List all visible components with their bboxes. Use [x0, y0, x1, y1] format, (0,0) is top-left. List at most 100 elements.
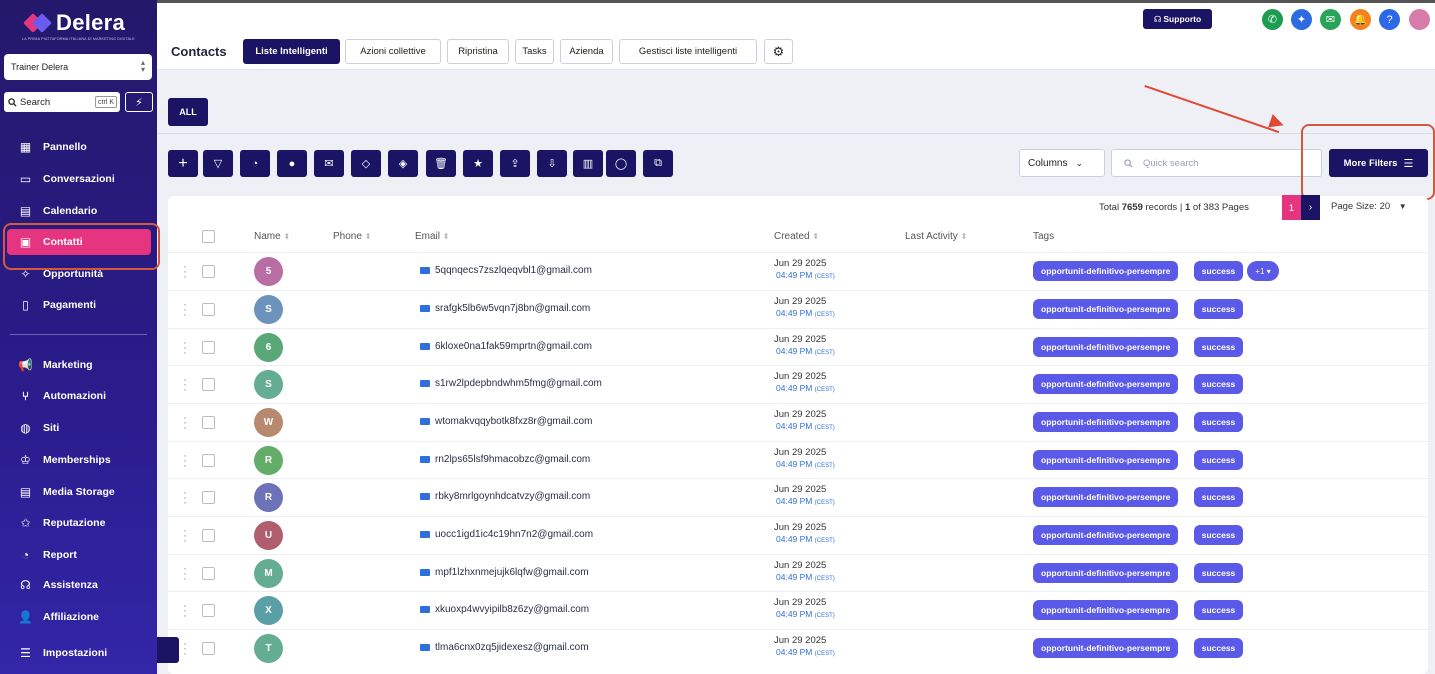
- column-header-phone[interactable]: Phone ⬍: [333, 231, 371, 242]
- delete-button[interactable]: 🗑: [426, 150, 456, 177]
- tab-azienda[interactable]: Azienda: [560, 39, 613, 64]
- row-menu-icon[interactable]: · · ·: [182, 601, 188, 622]
- tag-badge[interactable]: success: [1194, 600, 1243, 620]
- table-row[interactable]: · · · Wwtomakvqqybotk8fxz8r@gmail.com Jun 29…: [168, 403, 1428, 441]
- pipeline-button[interactable]: ◔: [240, 150, 270, 177]
- row-checkbox[interactable]: [202, 567, 215, 580]
- tag-badge[interactable]: opportunit-definitivo-persempre: [1033, 638, 1179, 658]
- contact-email[interactable]: 5qqnqecs7zszlqeqvbl1@gmail.com: [420, 265, 592, 276]
- row-menu-icon[interactable]: · · ·: [182, 488, 188, 509]
- table-row[interactable]: · · · Ssrafgk5lb6w5vqn7j8bn@gmail.com Jun 29…: [168, 290, 1428, 328]
- magic-icon[interactable]: ✦: [1291, 9, 1312, 30]
- row-menu-icon[interactable]: · · ·: [182, 639, 188, 660]
- tag-badge[interactable]: success: [1194, 563, 1243, 583]
- contact-email[interactable]: wtomakvqqybotk8fxz8r@gmail.com: [420, 416, 592, 427]
- row-checkbox[interactable]: [202, 303, 215, 316]
- row-checkbox[interactable]: [202, 454, 215, 467]
- sidebar-item-reputazione[interactable]: ✩ Reputazione: [18, 515, 105, 530]
- row-menu-icon[interactable]: · · ·: [182, 451, 188, 472]
- table-row[interactable]: · · · Xxkuoxp4wvyipilb8z6zy@gmail.com Jun 29…: [168, 591, 1428, 629]
- row-menu-icon[interactable]: · · ·: [182, 375, 188, 396]
- avatar[interactable]: [1409, 9, 1430, 30]
- row-menu-icon[interactable]: · · ·: [182, 413, 188, 434]
- column-header-name[interactable]: Name ⬍: [254, 231, 290, 242]
- tag-badge[interactable]: opportunit-definitivo-persempre: [1033, 299, 1179, 319]
- contact-avatar[interactable]: 6: [254, 333, 283, 362]
- add-to-workflow-button[interactable]: ▥: [573, 150, 603, 177]
- row-menu-icon[interactable]: · · ·: [182, 262, 188, 283]
- row-menu-icon[interactable]: · · ·: [182, 300, 188, 321]
- brand-logo[interactable]: Delera: [23, 10, 125, 36]
- tag-badge[interactable]: success: [1194, 525, 1243, 545]
- table-row[interactable]: · · · Uuocc1igd1ic4c19hn7n2@gmail.com Jun 29…: [168, 516, 1428, 554]
- tag-badge[interactable]: opportunit-definitivo-persempre: [1033, 600, 1179, 620]
- sidebar-search[interactable]: Search ctrl K: [4, 92, 120, 112]
- contact-email[interactable]: mpf1lzhxnmejujk6lqfw@gmail.com: [420, 567, 589, 578]
- columns-dropdown[interactable]: Columns ⌄: [1019, 149, 1105, 177]
- whatsapp-button[interactable]: ◯: [606, 150, 636, 177]
- table-row[interactable]: · · · Ttlma6cnx0zq5jidexesz@gmail.com Jun 29…: [168, 629, 1428, 667]
- row-checkbox[interactable]: [202, 378, 215, 391]
- tag-badge[interactable]: success: [1194, 638, 1243, 658]
- phone-icon[interactable]: ✆: [1262, 9, 1283, 30]
- tag-badge[interactable]: opportunit-definitivo-persempre: [1033, 563, 1179, 583]
- tab-liste-intelligenti[interactable]: Liste Intelligenti: [243, 39, 340, 64]
- row-menu-icon[interactable]: · · ·: [182, 526, 188, 547]
- tag-badge[interactable]: success: [1194, 261, 1243, 281]
- contact-email[interactable]: uocc1igd1ic4c19hn7n2@gmail.com: [420, 529, 593, 540]
- sms-button[interactable]: ●: [277, 150, 307, 177]
- review-button[interactable]: ★: [463, 150, 493, 177]
- tag-badge[interactable]: success: [1194, 299, 1243, 319]
- tag-badge[interactable]: opportunit-definitivo-persempre: [1033, 487, 1179, 507]
- contact-email[interactable]: rn2lps65lsf9hmacobzc@gmail.com: [420, 454, 590, 465]
- column-header-email[interactable]: Email ⬍: [415, 231, 450, 242]
- announcement-icon[interactable]: ✉: [1320, 9, 1341, 30]
- sidebar-item-memberships[interactable]: ♔ Memberships: [18, 452, 111, 467]
- sidebar-item-impostazioni[interactable]: ☰ Impostazioni: [18, 645, 107, 660]
- row-checkbox[interactable]: [202, 604, 215, 617]
- sidebar-collapse-toggle[interactable]: [157, 637, 179, 663]
- tag-badge[interactable]: success: [1194, 450, 1243, 470]
- contact-avatar[interactable]: 5: [254, 257, 283, 286]
- row-menu-icon[interactable]: · · ·: [182, 564, 188, 585]
- tab-azioni-collettive[interactable]: Azioni collettive: [345, 39, 441, 64]
- sidebar-item-pagamenti[interactable]: ▯ Pagamenti: [18, 297, 96, 312]
- sidebar-item-calendario[interactable]: ▤ Calendario: [18, 203, 97, 218]
- quick-search-input[interactable]: Quick search: [1111, 149, 1322, 177]
- column-header-created[interactable]: Created ⬍: [774, 231, 819, 242]
- page-number-button[interactable]: 1: [1282, 195, 1301, 220]
- sidebar-item-automazioni[interactable]: ⑂ Automazioni: [18, 388, 106, 403]
- contact-avatar[interactable]: T: [254, 634, 283, 663]
- table-row[interactable]: · · · 6 6kloxe0na1fak59mprtn@gmail.com Jun 29…: [168, 328, 1428, 366]
- contact-avatar[interactable]: R: [254, 483, 283, 512]
- contact-email[interactable]: rbky8mrlgoynhdcatvzy@gmail.com: [420, 491, 590, 502]
- contact-email[interactable]: s1rw2lpdepbndwhm5fmg@gmail.com: [420, 378, 602, 389]
- row-menu-icon[interactable]: · · ·: [182, 338, 188, 359]
- tag-badge[interactable]: opportunit-definitivo-persempre: [1033, 412, 1179, 432]
- contact-email[interactable]: tlma6cnx0zq5jidexesz@gmail.com: [420, 642, 589, 653]
- tab-settings[interactable]: ⚙: [764, 39, 793, 64]
- sidebar-item-conversazioni[interactable]: ▭ Conversazioni: [18, 171, 115, 186]
- tab-gestisci-liste[interactable]: Gestisci liste intelligenti: [619, 39, 757, 64]
- contact-avatar[interactable]: W: [254, 408, 283, 437]
- tag-badge[interactable]: opportunit-definitivo-persempre: [1033, 261, 1179, 281]
- contact-avatar[interactable]: S: [254, 295, 283, 324]
- help-icon[interactable]: ?: [1379, 9, 1400, 30]
- sidebar-item-assistenza[interactable]: ☊ Assistenza: [18, 577, 98, 592]
- row-checkbox[interactable]: [202, 642, 215, 655]
- add-contact-button[interactable]: +: [168, 150, 198, 177]
- row-checkbox[interactable]: [202, 265, 215, 278]
- row-checkbox[interactable]: [202, 491, 215, 504]
- add-tag-button[interactable]: ◇: [351, 150, 381, 177]
- row-checkbox[interactable]: [202, 416, 215, 429]
- support-button[interactable]: ☊ Supporto: [1143, 9, 1212, 29]
- merge-button[interactable]: ⧉: [643, 150, 673, 177]
- page-size-select[interactable]: Page Size: 20 ▼: [1331, 201, 1407, 212]
- table-row[interactable]: · · · Ss1rw2lpdepbndwhm5fmg@gmail.com Jun 29…: [168, 365, 1428, 403]
- row-checkbox[interactable]: [202, 529, 215, 542]
- table-row[interactable]: · · · Rrn2lps65lsf9hmacobzc@gmail.com Jun 29…: [168, 441, 1428, 479]
- tab-tasks[interactable]: Tasks: [515, 39, 554, 64]
- tag-badge[interactable]: opportunit-definitivo-persempre: [1033, 525, 1179, 545]
- export-button[interactable]: ⇪: [500, 150, 530, 177]
- contact-email[interactable]: 6kloxe0na1fak59mprtn@gmail.com: [420, 341, 592, 352]
